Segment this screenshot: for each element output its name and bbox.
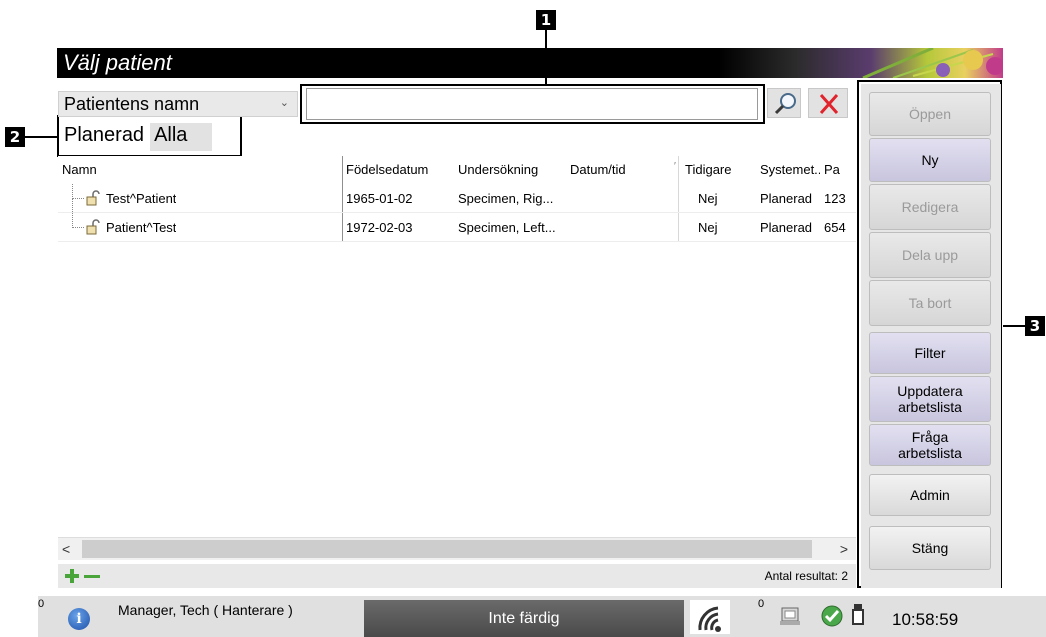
sort-indicator-icon: ′ [674, 161, 676, 172]
search-button[interactable] [767, 88, 801, 118]
column-header-dob[interactable]: Födelsedatum [346, 162, 428, 177]
patient-name: Test^Patient [106, 191, 177, 206]
output-device-icon[interactable] [778, 604, 802, 628]
patient-dob: 1972-02-03 [346, 220, 413, 235]
usb-device-icon[interactable] [846, 602, 870, 626]
unlock-icon [86, 190, 100, 206]
table-row[interactable]: Test^Patient 1965-01-02 Specimen, Rig...… [58, 184, 856, 213]
close-icon [819, 94, 839, 114]
patient-pa: 123 [824, 191, 846, 206]
open-button[interactable]: Öppen [869, 92, 991, 136]
add-icon[interactable] [64, 568, 80, 584]
column-header-exam[interactable]: Undersökning [458, 162, 538, 177]
callout-1-label: 1 [536, 10, 556, 30]
query-worklist-button[interactable]: Fråga arbetslista [869, 424, 991, 466]
patient-system: Planerad [760, 220, 813, 235]
table-footer: Antal resultat: 2 [58, 564, 856, 588]
info-icon[interactable]: i [68, 608, 90, 630]
filter-button[interactable]: Filter [869, 332, 991, 374]
patient-name: Patient^Test [106, 220, 177, 235]
unlock-icon [86, 219, 100, 235]
split-button[interactable]: Dela upp [869, 232, 991, 278]
remove-icon[interactable] [84, 575, 100, 578]
scrollbar-thumb[interactable] [82, 540, 812, 558]
delete-button[interactable]: Ta bort [869, 280, 991, 326]
scroll-right-icon[interactable]: > [840, 541, 848, 557]
tree-connector [72, 184, 84, 199]
patient-pa: 654 [824, 220, 846, 235]
refresh-worklist-button[interactable]: Uppdatera arbetslista [869, 376, 991, 422]
window-title: Välj patient [63, 50, 172, 75]
search-field-select[interactable]: Patientens namn ⌄ [58, 91, 298, 117]
search-input[interactable] [306, 88, 758, 120]
tab-planned[interactable]: Planerad [60, 123, 149, 151]
chevron-down-icon: ⌄ [279, 97, 289, 109]
close-button[interactable]: Stäng [869, 526, 991, 570]
table-header: Namn Födelsedatum Undersökning Datum/tid… [58, 156, 856, 184]
horizontal-scrollbar[interactable]: < > [58, 538, 856, 560]
result-count: Antal resultat: 2 [764, 569, 848, 583]
table-row[interactable]: Patient^Test 1972-02-03 Specimen, Left..… [58, 199, 856, 242]
column-header-previous[interactable]: Tidigare [685, 162, 731, 177]
admin-button[interactable]: Admin [869, 474, 991, 516]
window-titlebar: Välj patient [57, 48, 1003, 78]
patient-table: Namn Födelsedatum Undersökning Datum/tid… [58, 156, 856, 538]
column-header-system[interactable]: Systemet... [760, 162, 820, 177]
patient-system: Planerad [760, 191, 813, 206]
magnifier-icon [774, 93, 796, 115]
patient-previous: Nej [698, 220, 718, 235]
worklist-tabs: Planerad Alla [60, 123, 213, 153]
patient-exam: Specimen, Left... [458, 220, 556, 235]
search-field-value: Patientens namn [64, 94, 200, 114]
tab-all[interactable]: Alla [150, 123, 213, 151]
callout-3-label: 3 [1025, 316, 1045, 336]
scroll-left-icon[interactable]: < [62, 541, 70, 557]
clock: 10:58:59 [892, 610, 959, 629]
current-user[interactable]: Manager, Tech ( Hanterare ) [118, 602, 293, 618]
tray-count: 0 [758, 598, 765, 610]
wireless-signal-icon[interactable] [690, 600, 730, 634]
action-panel: Öppen Ny Redigera Dela upp Ta bort Filte… [861, 84, 1001, 588]
status-taskbar: 0 i Manager, Tech ( Hanterare ) Inte fär… [38, 596, 1046, 637]
column-header-pa[interactable]: Pa [824, 162, 854, 177]
clear-search-button[interactable] [808, 88, 848, 118]
new-button[interactable]: Ny [869, 138, 991, 182]
alarm-count: 0 [38, 598, 45, 610]
edit-button[interactable]: Redigera [869, 184, 991, 230]
callout-3-line [1003, 325, 1025, 327]
patient-dob: 1965-01-02 [346, 191, 413, 206]
patient-previous: Nej [698, 191, 718, 206]
callout-2-line [25, 136, 57, 138]
acquisition-status[interactable]: Inte färdig [364, 600, 684, 637]
flower-banner-image [862, 48, 1003, 78]
patient-exam: Specimen, Rig... [458, 191, 554, 206]
column-header-datetime[interactable]: Datum/tid [570, 162, 626, 177]
checkmark-icon[interactable] [820, 604, 844, 628]
callout-2-label: 2 [5, 127, 25, 147]
column-header-name[interactable]: Namn [62, 162, 97, 177]
tree-connector [72, 199, 84, 228]
